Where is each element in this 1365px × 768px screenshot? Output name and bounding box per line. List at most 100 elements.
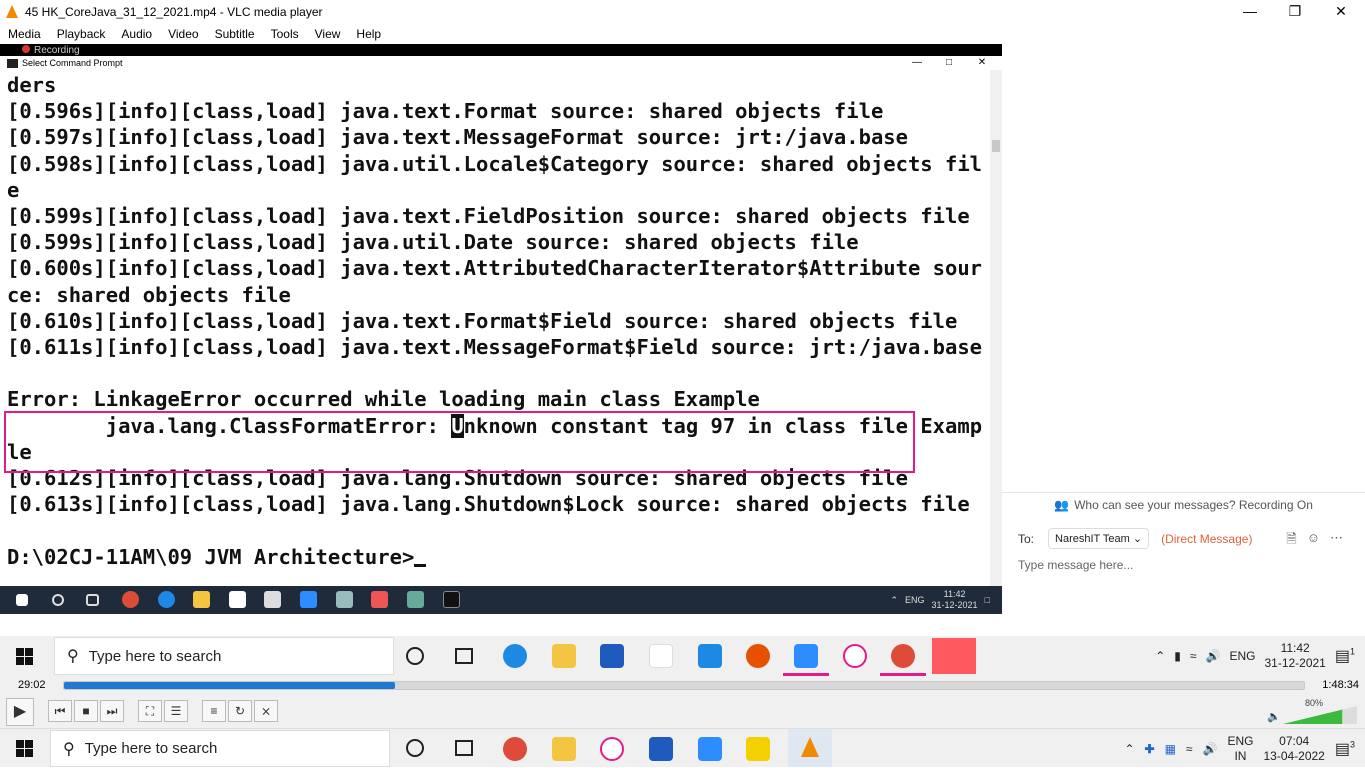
loop-button[interactable]: ↻ [228, 700, 252, 722]
cmd-maximize-button[interactable]: □ [934, 56, 964, 70]
console-line-text: Error: LinkageError occurred while loadi… [7, 387, 760, 412]
notification-count: 3 [1349, 739, 1355, 750]
menu-media[interactable]: Media [0, 27, 49, 41]
language-indicator[interactable]: ENG IN [1227, 734, 1253, 764]
record-icon [746, 644, 770, 668]
volume-icon[interactable]: 🔊 [1203, 742, 1218, 756]
zoom-icon[interactable] [698, 737, 722, 761]
wifi-icon: ≈ [1189, 649, 1197, 663]
playlist-button[interactable]: ≡ [202, 700, 226, 722]
add-icon[interactable]: ✚ [1145, 742, 1155, 756]
volume-slider[interactable]: 🔈 80% [1267, 698, 1359, 724]
vlc-title-bar: 45 HK_CoreJava_31_12_2021.mp4 - VLC medi… [0, 0, 1365, 23]
snipping-tool-icon[interactable] [600, 737, 624, 761]
tray-time: 11:42 [943, 589, 966, 599]
screen-recorder-icon [932, 638, 976, 674]
console-line: [0.599s][info][class,load] java.text.Fie… [7, 203, 970, 229]
zoom-icon [300, 591, 317, 608]
cmd-console[interactable]: ders [0.596s][info][class,load] java.text… [0, 70, 990, 586]
search-placeholder: Type here to search [84, 740, 218, 757]
console-line: ce: shared objects file [7, 282, 291, 308]
mail-icon [264, 591, 281, 608]
extended-settings-button[interactable]: ☰ [164, 700, 188, 722]
tray-chevron-icon: ⌃ [1155, 649, 1166, 663]
tray-chevron-icon[interactable]: ⌃ [1124, 742, 1134, 756]
tray-date: 31-12-2021 [931, 600, 978, 610]
minimize-button[interactable]: — [1227, 0, 1273, 23]
sticky-notes-icon[interactable] [746, 737, 770, 761]
console-line: Error: LinkageError occurred while loadi… [7, 386, 760, 412]
console-line-text: [0.597s][info][class,load] java.text.Mes… [7, 125, 908, 150]
chat-message-input[interactable]: Type message here... [1018, 558, 1133, 572]
video-top-strip [0, 44, 1002, 56]
cmd-close-button[interactable]: ✕ [967, 56, 997, 70]
recording-indicator: Recording [22, 45, 80, 56]
menu-tools[interactable]: Tools [263, 27, 307, 41]
stop-button[interactable]: ■ [74, 700, 98, 722]
cmd-scrollbar[interactable] [990, 70, 1002, 586]
wifi-icon[interactable]: ≈ [1186, 742, 1193, 756]
task-view-icon [455, 648, 473, 664]
console-line-text: [0.613s][info][class,load] java.lang.Shu… [7, 492, 970, 517]
to-label: To: [1018, 531, 1035, 546]
tray-lang: ENG [905, 595, 925, 605]
tray-clock: 11:42 31-12-2021 [1264, 641, 1325, 671]
error-highlight-box [4, 411, 915, 473]
tray-time: 11:42 [1280, 641, 1310, 655]
cmd-title-bar: Select Command Prompt [0, 56, 1002, 70]
windows-start-button[interactable] [16, 740, 33, 757]
snip-icon [336, 591, 353, 608]
chat-visibility-notice[interactable]: 👥 Who can see your messages? Recording O… [1002, 492, 1365, 516]
file-explorer-icon[interactable] [552, 737, 576, 761]
menu-subtitle[interactable]: Subtitle [207, 27, 263, 41]
tray-chevron-icon: ⌃ [890, 594, 898, 605]
recipient-dropdown[interactable]: NareshIT Team ⌄ [1048, 528, 1150, 549]
windows-taskbar: ⚲ Type here to search ⌃ ✚ ▦ ≈ 🔊 ENG IN 0… [0, 728, 1365, 767]
gift-icon [649, 644, 673, 668]
play-button[interactable]: ▶ [6, 698, 34, 726]
seek-slider[interactable] [63, 681, 1305, 690]
zoom-icon [794, 644, 818, 668]
store-icon[interactable] [649, 737, 673, 761]
console-line: [0.600s][info][class,load] java.text.Att… [7, 255, 982, 281]
vlc-taskbar-button[interactable] [788, 729, 832, 767]
menu-playback[interactable]: Playback [49, 27, 114, 41]
search-icon: ⚲ [63, 740, 75, 758]
file-icon[interactable]: 🗎 [1286, 530, 1296, 552]
video-area[interactable]: Recording Select Command Prompt — □ ✕ de… [0, 44, 1365, 676]
cmd-scroll-thumb[interactable] [992, 140, 1000, 152]
clock[interactable]: 07:04 13-04-2022 [1263, 734, 1324, 764]
cmd-minimize-button[interactable]: — [902, 56, 932, 70]
tray-notification-icon: □ [984, 595, 990, 605]
cortana-icon[interactable] [406, 739, 424, 757]
cmd-taskbar-icon [443, 591, 460, 608]
playback-controls: ▶ ⏮ ■ ⏭ ⛶ ☰ ≡ ↻ ⨯ 🔈 80% [0, 696, 1365, 728]
inner-taskbar: ⌃ ENG 11:42 31-12-2021 □ [0, 586, 1002, 614]
menu-audio[interactable]: Audio [113, 27, 160, 41]
notification-icon[interactable]: ▤3 [1335, 739, 1355, 759]
task-view-icon[interactable] [455, 740, 473, 756]
more-icon[interactable]: ⋯ [1330, 530, 1343, 552]
menu-help[interactable]: Help [348, 27, 389, 41]
emoji-icon[interactable]: ☺ [1307, 530, 1320, 552]
close-button[interactable]: ✕ [1318, 0, 1364, 23]
menu-video[interactable]: Video [160, 27, 206, 41]
menu-view[interactable]: View [307, 27, 349, 41]
chrome-icon[interactable] [503, 737, 527, 761]
start-icon [16, 594, 28, 606]
photos-icon [407, 591, 424, 608]
chat-tools: 🗎 ☺ ⋯ [1286, 530, 1343, 552]
console-line-text: ders [7, 73, 57, 97]
grid-icon[interactable]: ▦ [1165, 742, 1176, 756]
shuffle-button[interactable]: ⨯ [254, 700, 278, 722]
previous-button[interactable]: ⏮ [48, 700, 72, 722]
tray-clock: 11:42 31-12-2021 [932, 589, 978, 611]
console-line-text: [0.598s][info][class,load] java.util.Loc… [7, 151, 983, 176]
mail-icon [698, 644, 722, 668]
maximize-button[interactable]: ❐ [1272, 0, 1318, 23]
taskbar-search[interactable]: ⚲ Type here to search [50, 730, 390, 767]
fullscreen-button[interactable]: ⛶ [138, 700, 162, 722]
console-line-text: [0.599s][info][class,load] java.util.Dat… [7, 230, 859, 255]
next-button[interactable]: ⏭ [100, 700, 124, 722]
total-time[interactable]: 1:48:34 [1322, 679, 1359, 691]
